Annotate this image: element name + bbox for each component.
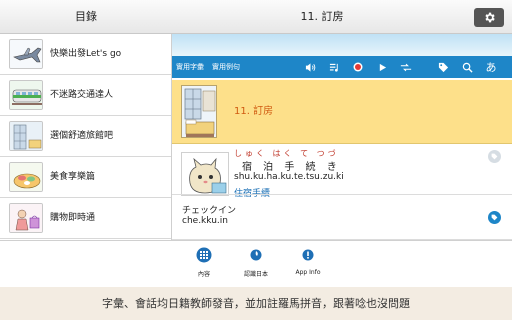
page-title: 11. 訂房 [300, 10, 344, 23]
volume-button[interactable] [303, 60, 317, 74]
kanji-text: 宿 泊 手 続 き [242, 162, 341, 173]
hiragana-toggle-button[interactable]: あ [484, 60, 498, 74]
search-icon [462, 62, 473, 73]
sidebar-item-lets-go[interactable]: 快樂出發Let's go [0, 34, 171, 75]
tab-vocabulary[interactable]: 實用字彙 [176, 56, 204, 78]
repeat-button[interactable] [399, 60, 413, 74]
tab-sentences[interactable]: 實用例句 [212, 56, 240, 78]
shopping-thumbnail [9, 203, 43, 233]
record-button[interactable] [351, 60, 365, 74]
app-window: 目錄 11. 訂房 快樂出發Let's go 不迷路交通達人 選個舒適旅館吧 美… [0, 0, 512, 287]
lesson-toolbar: 實用字彙 實用例句 あ [172, 56, 512, 78]
tag-icon [491, 153, 498, 160]
gear-icon [484, 12, 495, 23]
sidebar-item-label: 不迷路交通達人 [50, 90, 114, 100]
lesson-title: 11. 訂房 [234, 106, 274, 117]
nav-content[interactable]: 內容 [174, 241, 234, 287]
play-button[interactable] [375, 60, 389, 74]
bottom-navigation: 內容 認識日本 App Info [0, 240, 512, 287]
settings-button[interactable] [474, 8, 504, 27]
playlist-button[interactable] [327, 60, 341, 74]
hotel-room-thumbnail [9, 121, 43, 151]
romaji-text: shu.ku.ha.ku.te.tsu.zu.ki [234, 172, 344, 182]
divider [172, 194, 512, 195]
top-bar: 目錄 11. 訂房 [0, 0, 512, 34]
globe-icon [248, 247, 264, 263]
romaji-text: che.kku.in [182, 216, 228, 226]
nav-label: App Info [295, 269, 321, 276]
sidebar-item-food[interactable]: 美食享樂篇 [0, 157, 171, 198]
sidebar-title: 目錄 [75, 10, 97, 23]
sidebar-item-hotel[interactable]: 選個舒適旅館吧 [0, 116, 171, 157]
cat-illustration [181, 152, 229, 196]
lesson-header-card[interactable]: 11. 訂房 [172, 80, 512, 144]
sidebar-item-shopping[interactable]: 購物即時通 [0, 198, 171, 239]
nav-label: 認識日本 [243, 271, 268, 278]
tag-icon [438, 62, 448, 72]
sidebar-item-label: 快樂出發Let's go [50, 49, 122, 59]
chapter-sidebar: 快樂出發Let's go 不迷路交通達人 選個舒適旅館吧 美食享樂篇 購物即時通 [0, 34, 172, 240]
info-icon [300, 247, 316, 263]
nav-about-japan[interactable]: 認識日本 [226, 241, 286, 287]
tag-icon [491, 214, 498, 221]
sidebar-item-label: 美食享樂篇 [50, 172, 96, 182]
food-thumbnail [9, 162, 43, 192]
repeat-icon [400, 63, 412, 71]
nav-label: 內容 [197, 271, 210, 278]
header-banner [172, 34, 512, 56]
nav-app-info[interactable]: App Info [278, 241, 338, 287]
grid-icon [196, 247, 212, 263]
promo-caption: 字彙、會話均日籍教師發音，並加註羅馬拼音，跟著唸也沒問題 [0, 287, 512, 320]
sidebar-item-transport[interactable]: 不迷路交通達人 [0, 75, 171, 116]
playlist-icon [329, 63, 338, 72]
sidebar-item-label: 購物即時通 [50, 213, 96, 223]
play-icon [379, 63, 386, 71]
lesson-panel: 實用字彙 實用例句 あ 11. 訂房 しゅく はく て つづ 宿 泊 手 続 き… [172, 34, 512, 240]
search-button[interactable] [460, 60, 474, 74]
bookmark-tag-button-active[interactable] [488, 211, 501, 224]
train-thumbnail [9, 80, 43, 110]
translation-text: 住宿手續 [234, 189, 271, 199]
hotel-room-thumbnail [181, 85, 217, 138]
bookmark-tag-button[interactable] [488, 150, 501, 163]
sidebar-item-label: 選個舒適旅館吧 [50, 131, 114, 141]
japanese-text[interactable]: チェックイン [182, 203, 236, 216]
volume-icon [305, 62, 315, 72]
airplane-thumbnail [9, 39, 43, 69]
bookmark-button[interactable] [436, 60, 450, 74]
record-icon [353, 62, 363, 72]
